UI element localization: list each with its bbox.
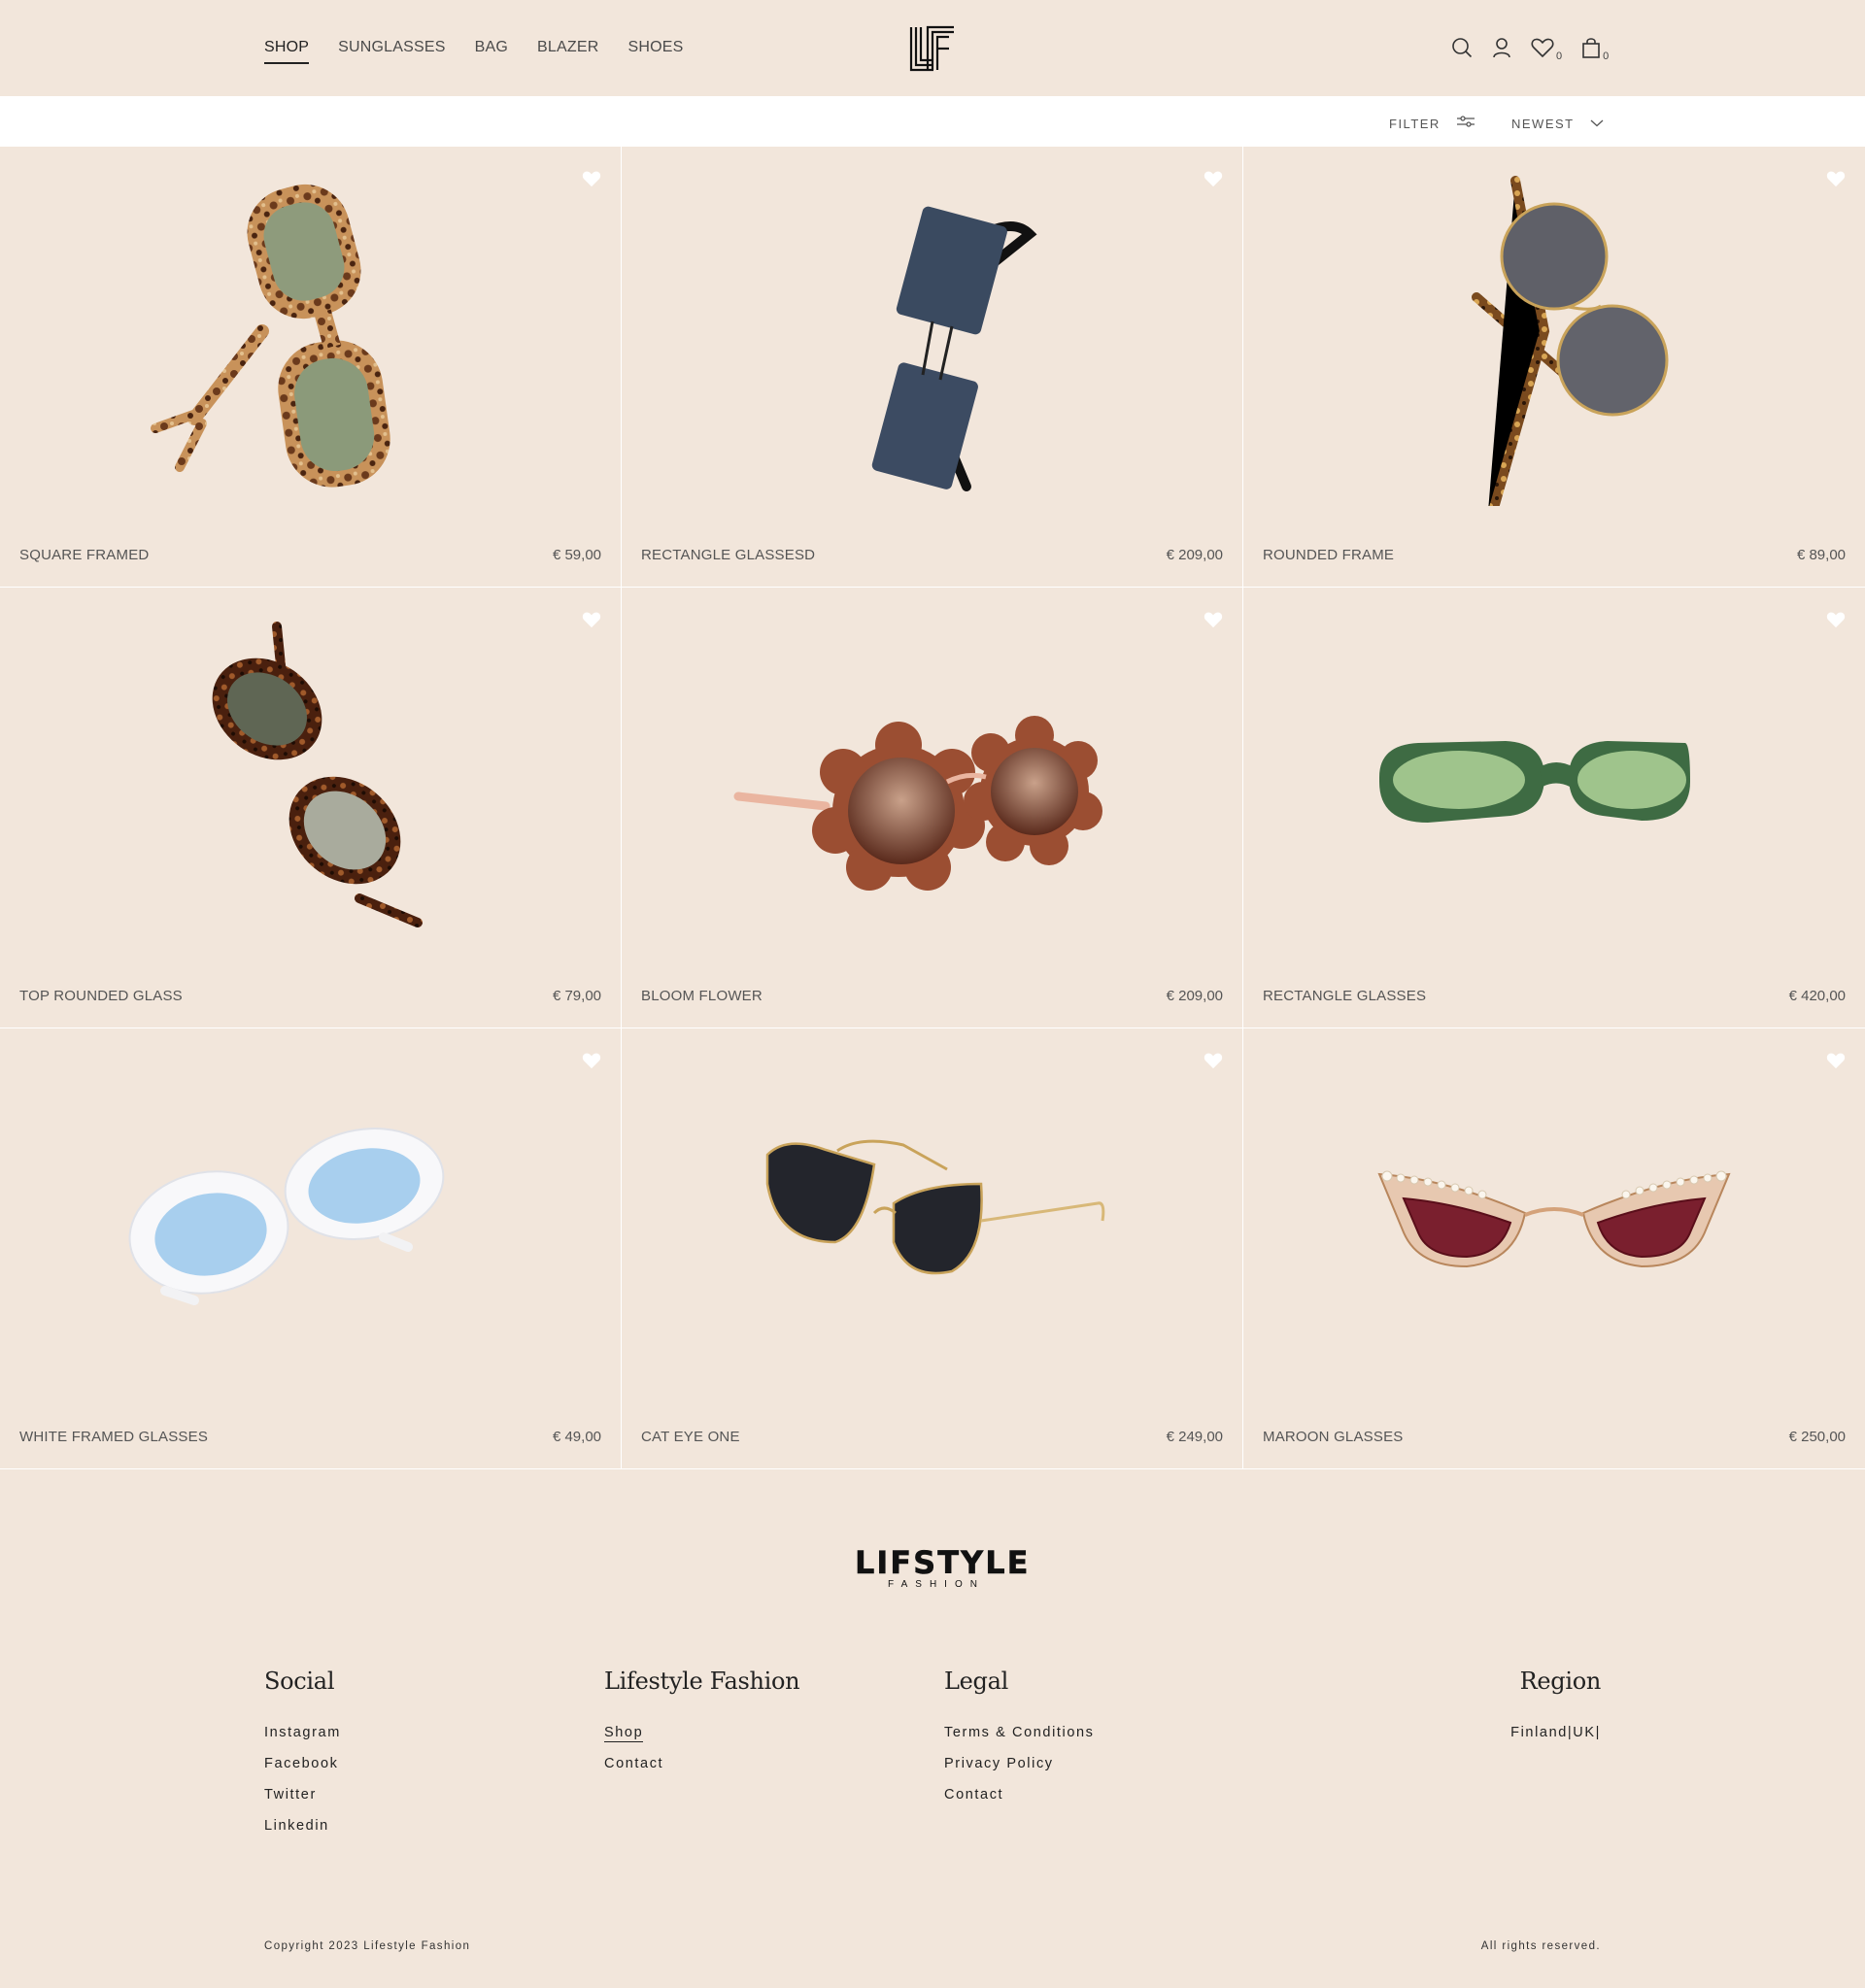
footer-logo-wordmark: LIFSTYLE — [855, 1544, 1031, 1581]
product-card[interactable]: SQUARE FRAMED € 59,00 — [0, 147, 622, 588]
product-price: € 209,00 — [1166, 547, 1223, 563]
heart-icon[interactable] — [582, 1052, 601, 1074]
product-toolbar: FILTER NEWEST — [0, 96, 1865, 147]
heart-icon[interactable] — [1826, 170, 1846, 192]
header-icons: 0 0 — [1451, 37, 1609, 63]
wishlist-button[interactable]: 0 — [1531, 37, 1562, 63]
product-price: € 79,00 — [552, 988, 601, 1004]
footer-social-title: Social — [264, 1668, 335, 1695]
product-price: € 59,00 — [552, 547, 601, 563]
product-price: € 420,00 — [1788, 988, 1846, 1004]
product-name[interactable]: WHITE FRAMED GLASSES — [19, 1429, 208, 1445]
filter-button[interactable]: FILTER — [1389, 115, 1475, 133]
footer-legal-column: Legal Terms & Conditions Privacy Policy … — [944, 1668, 1095, 1817]
heart-outline-icon — [1531, 37, 1554, 63]
search-icon[interactable] — [1451, 37, 1473, 63]
product-name[interactable]: BLOOM FLOWER — [641, 988, 763, 1004]
region-selector[interactable]: Finland|UK| — [1510, 1725, 1601, 1740]
round-grey-tortoise-sunglasses — [1472, 176, 1669, 506]
main-nav: SHOP SUNGLASSES BAG BLAZER SHOES — [264, 39, 684, 64]
heart-icon[interactable] — [1826, 1052, 1846, 1074]
green-rectangle-sunglasses — [1379, 741, 1690, 823]
rights-text: All rights reserved. — [1480, 1940, 1601, 1952]
footer-region-title: Region — [1519, 1668, 1602, 1695]
product-card[interactable]: RECTANGLE GLASSESD € 209,00 — [622, 147, 1243, 588]
footer-region-column: Region Finland|UK| — [1438, 1668, 1601, 1755]
footer-link-contact[interactable]: Contact — [604, 1756, 663, 1771]
sort-dropdown[interactable]: NEWEST — [1511, 115, 1604, 132]
maroon-pearl-cat-eye-sunglasses — [1377, 1170, 1731, 1268]
product-name[interactable]: RECTANGLE GLASSESD — [641, 547, 815, 563]
footer-link-twitter[interactable]: Twitter — [264, 1787, 317, 1803]
lf-monogram-logo[interactable] — [908, 25, 957, 72]
product-name[interactable]: ROUNDED FRAME — [1263, 547, 1394, 563]
sort-label: NEWEST — [1511, 116, 1575, 131]
nav-shop[interactable]: SHOP — [264, 39, 310, 64]
navy-rectangle-sunglasses — [871, 206, 1037, 491]
cart-button[interactable]: 0 — [1581, 37, 1609, 63]
white-oval-blue-lens-sunglasses — [128, 1128, 445, 1305]
footer-link-terms[interactable]: Terms & Conditions — [944, 1725, 1095, 1740]
product-card[interactable]: RECTANGLE GLASSES € 420,00 — [1243, 588, 1865, 1028]
chevron-down-icon — [1590, 115, 1604, 132]
footer-social-column: Social Instagram Facebook Twitter Linked… — [264, 1668, 341, 1848]
product-name[interactable]: CAT EYE ONE — [641, 1429, 740, 1445]
footer-link-facebook[interactable]: Facebook — [264, 1756, 338, 1771]
product-name[interactable]: RECTANGLE GLASSES — [1263, 988, 1426, 1004]
product-card[interactable]: ROUNDED FRAME € 89,00 — [1243, 147, 1865, 588]
product-card[interactable]: BLOOM FLOWER € 209,00 — [622, 588, 1243, 1028]
nav-blazer[interactable]: BLAZER — [537, 39, 598, 64]
tortoise-rounded-square-sunglasses — [151, 184, 390, 488]
heart-icon[interactable] — [1826, 611, 1846, 633]
product-price: € 250,00 — [1788, 1429, 1846, 1445]
nav-shoes[interactable]: SHOES — [627, 39, 683, 64]
footer-legal-title: Legal — [944, 1668, 1008, 1695]
footer-link-linkedin[interactable]: Linkedin — [264, 1818, 329, 1834]
nav-bag[interactable]: BAG — [475, 39, 508, 64]
flower-shaped-brown-sunglasses — [733, 716, 1102, 891]
footer-lifestyle-column: Lifestyle Fashion Shop Contact — [604, 1668, 800, 1786]
product-price: € 209,00 — [1166, 988, 1223, 1004]
product-name[interactable]: TOP ROUNDED GLASS — [19, 988, 183, 1004]
filter-label: FILTER — [1389, 117, 1441, 131]
product-grid: SQUARE FRAMED € 59,00 RECTANGLE GLASSESD… — [0, 147, 1865, 1469]
product-card[interactable]: WHITE FRAMED GLASSES € 49,00 — [0, 1028, 622, 1469]
wishlist-count: 0 — [1556, 51, 1563, 62]
footer-logo[interactable]: LIFSTYLE FASHION — [855, 1544, 1031, 1593]
product-price: € 249,00 — [1166, 1429, 1223, 1445]
nav-sunglasses[interactable]: SUNGLASSES — [338, 39, 445, 64]
heart-icon[interactable] — [582, 611, 601, 633]
site-header: SHOP SUNGLASSES BAG BLAZER SHOES 0 0 — [0, 0, 1865, 96]
dark-tortoise-oval-sunglasses — [212, 622, 423, 927]
product-card[interactable]: CAT EYE ONE € 249,00 — [622, 1028, 1243, 1469]
copyright-text: Copyright 2023 Lifestyle Fashion — [264, 1940, 471, 1952]
footer-link-instagram[interactable]: Instagram — [264, 1725, 341, 1740]
product-price: € 89,00 — [1796, 547, 1846, 563]
product-name[interactable]: MAROON GLASSES — [1263, 1429, 1404, 1445]
heart-icon[interactable] — [582, 170, 601, 192]
heart-icon[interactable] — [1204, 1052, 1223, 1074]
product-card[interactable]: TOP ROUNDED GLASS € 79,00 — [0, 588, 622, 1028]
product-price: € 49,00 — [552, 1429, 601, 1445]
product-card[interactable]: MAROON GLASSES € 250,00 — [1243, 1028, 1865, 1469]
account-icon[interactable] — [1492, 37, 1511, 63]
footer-lifestyle-title: Lifestyle Fashion — [604, 1668, 800, 1695]
product-name[interactable]: SQUARE FRAMED — [19, 547, 149, 563]
heart-icon[interactable] — [1204, 170, 1223, 192]
footer-link-privacy[interactable]: Privacy Policy — [944, 1756, 1054, 1771]
sliders-icon — [1456, 115, 1475, 133]
heart-icon[interactable] — [1204, 611, 1223, 633]
cart-count: 0 — [1603, 51, 1610, 62]
black-cat-eye-gold-sunglasses — [765, 1139, 1105, 1275]
footer-link-legal-contact[interactable]: Contact — [944, 1787, 1003, 1803]
footer-link-shop[interactable]: Shop — [604, 1725, 644, 1742]
shopping-bag-icon — [1581, 37, 1601, 63]
